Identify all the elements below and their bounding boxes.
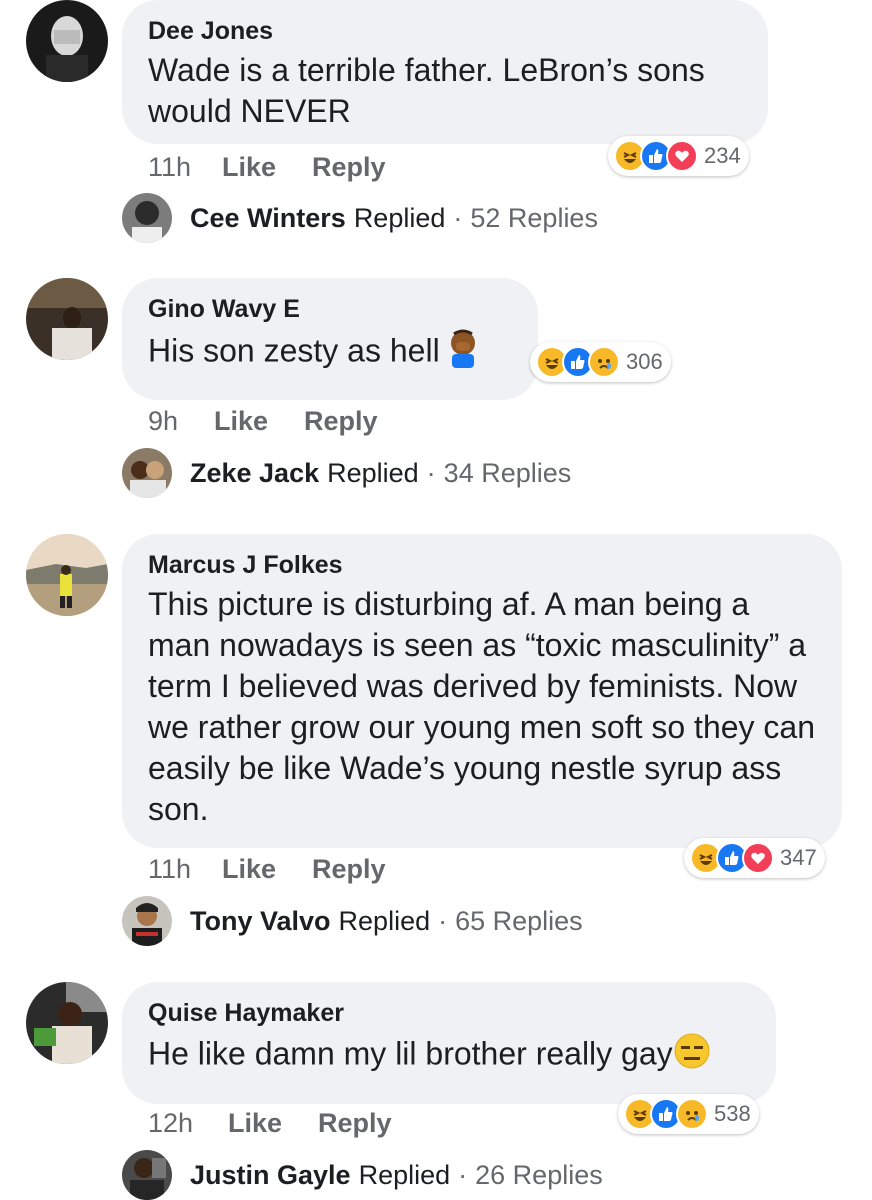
separator-dot: · (453, 202, 463, 233)
reply-author: Justin Gayle (190, 1159, 351, 1190)
like-button[interactable]: Like (214, 406, 268, 437)
comment-timestamp[interactable]: 12h (148, 1108, 228, 1139)
avatar (122, 193, 172, 243)
reaction-summary[interactable]: 538 (618, 1094, 759, 1134)
reply-button[interactable]: Reply (304, 406, 378, 437)
comment-bubble: Gino Wavy E His son zesty as hell (122, 278, 538, 400)
reply-author: Zeke Jack (190, 457, 320, 488)
comment-text: His son zesty as hell (148, 328, 512, 378)
reaction-count: 234 (704, 143, 741, 168)
replies-count: 65 Replies (455, 905, 583, 936)
replied-label: Replied (338, 905, 431, 936)
reply-preview[interactable]: Justin Gayle Replied · 26 Replies (122, 1150, 603, 1200)
comment-meta: 12h Like Reply (148, 1108, 392, 1139)
separator-dot: · (458, 1159, 468, 1190)
avatar (122, 896, 172, 946)
separator-dot: · (426, 457, 436, 488)
reply-preview[interactable]: Tony Valvo Replied · 65 Replies (122, 896, 583, 946)
comment-bubble: Dee Jones Wade is a terrible father. LeB… (122, 0, 768, 144)
reaction-summary[interactable]: 347 (684, 838, 825, 878)
avatar (122, 448, 172, 498)
reply-button[interactable]: Reply (318, 1108, 392, 1139)
comment-author[interactable]: Gino Wavy E (148, 294, 512, 324)
comment-author[interactable]: Marcus J Folkes (148, 550, 816, 580)
reply-author: Cee Winters (190, 202, 346, 233)
reaction-count: 347 (780, 845, 817, 870)
separator-dot: · (438, 905, 448, 936)
comment-text: Wade is a terrible father. LeBron’s sons… (148, 52, 705, 129)
comment-meta: 11h Like Reply (148, 854, 386, 885)
comment-text: He like damn my lil brother really gay (148, 1032, 750, 1080)
reply-preview[interactable]: Zeke Jack Replied · 34 Replies (122, 448, 571, 498)
comment-author[interactable]: Dee Jones (148, 16, 742, 46)
comment-timestamp[interactable]: 11h (148, 152, 222, 183)
replied-label: Replied (358, 1159, 451, 1190)
replied-label: Replied (353, 202, 446, 233)
comment-author[interactable]: Quise Haymaker (148, 998, 750, 1028)
sad-reaction-icon (676, 1098, 708, 1130)
avatar[interactable] (26, 534, 108, 616)
like-button[interactable]: Like (222, 854, 276, 885)
reply-button[interactable]: Reply (312, 152, 386, 183)
comment-text: This picture is disturbing af. A man bei… (148, 586, 816, 827)
comment-meta: 9h Like Reply (148, 406, 378, 437)
reply-button[interactable]: Reply (312, 854, 386, 885)
expressionless-emoji-icon (673, 1032, 711, 1080)
comment-text-content: He like damn my lil brother really gay (148, 1035, 673, 1072)
avatar[interactable] (26, 278, 108, 360)
facepalm-emoji-icon (444, 328, 482, 378)
comment-text-content: His son zesty as hell (148, 332, 440, 369)
love-reaction-icon (742, 842, 774, 874)
comment-timestamp[interactable]: 11h (148, 854, 222, 885)
replied-label: Replied (327, 457, 419, 488)
comment-bubble: Quise Haymaker He like damn my lil broth… (122, 982, 776, 1104)
comment-meta: 11h Like Reply (148, 152, 386, 183)
like-button[interactable]: Like (222, 152, 276, 183)
replies-count: 34 Replies (443, 457, 572, 488)
avatar (122, 1150, 172, 1200)
replies-count: 52 Replies (470, 202, 598, 233)
avatar[interactable] (26, 982, 108, 1064)
replies-count: 26 Replies (475, 1159, 603, 1190)
like-button[interactable]: Like (228, 1108, 282, 1139)
love-reaction-icon (666, 140, 698, 172)
sad-reaction-icon (588, 346, 620, 378)
reaction-count: 306 (626, 349, 663, 374)
comment-bubble: Marcus J Folkes This picture is disturbi… (122, 534, 842, 848)
reaction-summary[interactable]: 234 (608, 136, 749, 176)
reaction-summary[interactable]: 306 (530, 342, 671, 382)
reply-author: Tony Valvo (190, 905, 331, 936)
reaction-count: 538 (714, 1101, 751, 1126)
avatar[interactable] (26, 0, 108, 82)
reply-preview[interactable]: Cee Winters Replied · 52 Replies (122, 193, 598, 243)
comment-timestamp[interactable]: 9h (148, 406, 214, 437)
